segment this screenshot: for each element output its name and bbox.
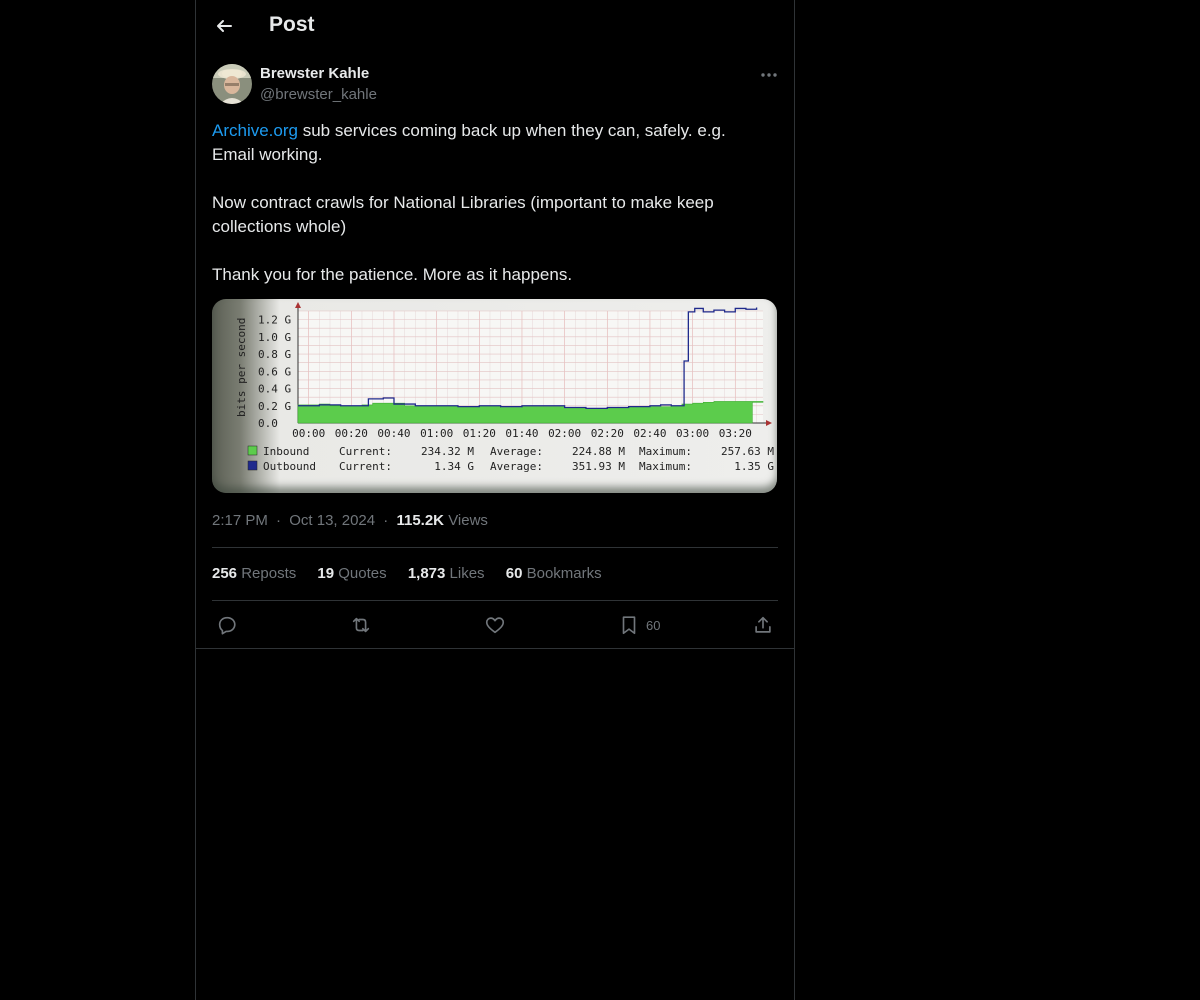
post-meta: 2:17 PM · Oct 13, 2024 · 115.2K Views	[212, 512, 488, 529]
y-tick-label: 0.2 G	[258, 400, 291, 413]
legend-series-name: Outbound	[263, 460, 316, 473]
divider	[212, 600, 778, 601]
legend-maximum-value: 257.63 M	[721, 445, 774, 458]
bookmarks-stat[interactable]: 60 Bookmarks	[506, 565, 602, 582]
avatar[interactable]	[212, 64, 252, 104]
x-tick-label: 01:40	[505, 427, 538, 440]
action-bar: 60	[196, 610, 794, 640]
reposts-count: 256	[212, 565, 238, 582]
post-date[interactable]: Oct 13, 2024	[289, 512, 375, 529]
post-paragraph-2: Now contract crawls for National Librari…	[212, 193, 714, 236]
more-horizontal-icon	[761, 73, 777, 77]
y-tick-label: 0.8 G	[258, 348, 291, 361]
bookmarks-count: 60	[505, 565, 523, 582]
back-button[interactable]	[210, 12, 238, 40]
bandwidth-chart: 0.0 0.2 G 0.4 G 0.6 G 0.8 G 1.0 G 1.2 G bits pe…	[235, 302, 774, 473]
archive-link[interactable]: Archive.org	[212, 121, 298, 140]
share-icon	[755, 616, 771, 633]
legend-average-label: Average:	[490, 445, 543, 458]
post-paragraph-3: Thank you for the patience. More as it h…	[212, 265, 573, 284]
like-button[interactable]	[484, 610, 506, 640]
legend-current-value: 1.34 G	[434, 460, 474, 473]
legend-average-value: 224.88 M	[572, 445, 625, 458]
legend-swatch	[247, 445, 258, 456]
reposts-stat[interactable]: 256 Reposts	[212, 565, 296, 582]
x-tick-label: 00:00	[292, 427, 325, 440]
reply-icon	[218, 616, 236, 635]
legend-current-label: Current:	[339, 445, 392, 458]
y-tick-label: 1.0 G	[258, 331, 291, 344]
heart-icon	[485, 617, 505, 634]
page-title: Post	[269, 13, 315, 36]
legend-average-value: 351.93 M	[572, 460, 625, 473]
post-image-chart[interactable]: 0.0 0.2 G 0.4 G 0.6 G 0.8 G 1.0 G 1.2 G bits pe…	[212, 299, 777, 493]
reposts-label: Reposts	[241, 565, 297, 582]
legend-current-value: 234.32 M	[421, 445, 474, 458]
views-label: Views	[448, 512, 488, 529]
legend-swatch	[247, 460, 258, 471]
divider	[212, 547, 778, 548]
y-tick-label: 0.6 G	[258, 365, 291, 378]
x-tick-label: 00:20	[335, 427, 368, 440]
likes-stat[interactable]: 1,873 Likes	[408, 565, 485, 582]
legend-average-label: Average:	[490, 460, 543, 473]
likes-label: Likes	[449, 565, 485, 582]
x-tick-label: 00:40	[377, 427, 410, 440]
legend-maximum-label: Maximum:	[639, 460, 692, 473]
legend-maximum-value: 1.35 G	[734, 460, 774, 473]
repost-icon	[352, 617, 370, 633]
x-tick-label: 02:40	[633, 427, 666, 440]
views-count: 115.2K	[396, 512, 445, 529]
meta-dot: ·	[276, 512, 282, 529]
reply-button[interactable]	[216, 610, 238, 640]
arrow-left-icon	[217, 20, 232, 32]
quotes-label: Quotes	[338, 565, 387, 582]
repost-button[interactable]	[350, 610, 372, 640]
legend-maximum-label: Maximum:	[639, 445, 692, 458]
x-tick-label: 03:20	[719, 427, 752, 440]
x-tick-label: 01:00	[420, 427, 453, 440]
top-bar: Post	[196, 0, 794, 53]
author-handle[interactable]: @brewster_kahle	[260, 86, 377, 103]
meta-dot: ·	[383, 512, 389, 529]
x-tick-label: 02:00	[548, 427, 581, 440]
bookmark-count: 60	[646, 617, 661, 633]
x-axis-arrow	[766, 420, 772, 426]
likes-count: 1,873	[407, 565, 446, 582]
y-tick-label: 0.4 G	[258, 383, 291, 396]
post-time[interactable]: 2:17 PM	[212, 512, 268, 529]
bookmark-button[interactable]: 60	[618, 610, 660, 640]
bookmark-icon	[622, 616, 636, 635]
more-options-button[interactable]	[758, 64, 780, 86]
y-axis-arrow	[295, 302, 301, 308]
y-tick-label: 0.0	[258, 417, 278, 430]
author-name[interactable]: Brewster Kahle	[260, 65, 369, 82]
x-tick-label: 03:00	[676, 427, 709, 440]
post-text: Archive.org sub services coming back up …	[212, 119, 772, 287]
engagement-stats: 256 Reposts 19 Quotes 1,873 Likes 60 Boo…	[212, 565, 619, 582]
y-tick-label: 1.2 G	[258, 314, 291, 327]
share-button[interactable]	[752, 610, 774, 640]
y-axis-label: bits per second	[235, 318, 248, 417]
post-column: Post Brewster Kahle @brewster_kahle Arch…	[195, 0, 795, 1000]
legend-current-label: Current:	[339, 460, 392, 473]
x-tick-label: 02:20	[591, 427, 624, 440]
quotes-stat[interactable]: 19 Quotes	[317, 565, 386, 582]
bookmarks-label: Bookmarks	[526, 565, 602, 582]
x-tick-label: 01:20	[463, 427, 496, 440]
quotes-count: 19	[317, 565, 335, 582]
legend-series-name: Inbound	[263, 445, 309, 458]
divider	[196, 648, 794, 649]
